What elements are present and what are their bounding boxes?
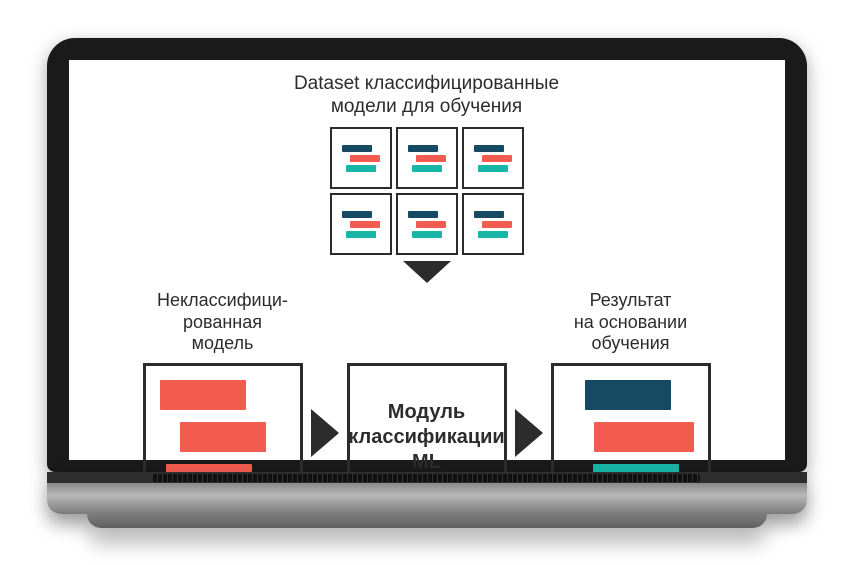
bar-icon <box>585 380 671 410</box>
bar-icon <box>180 422 266 452</box>
bar-icon <box>160 380 246 410</box>
dataset-sample <box>396 127 458 189</box>
diagram-canvas: Dataset классифицированные модели для об… <box>69 60 785 460</box>
laptop-base <box>87 514 767 528</box>
laptop-keyboard <box>47 472 807 514</box>
dataset-sample <box>396 193 458 255</box>
dataset-sample <box>330 127 392 189</box>
dataset-sample <box>462 127 524 189</box>
dataset-title-line2: модели для обучения <box>331 96 522 117</box>
module-line2: классификации <box>348 426 504 448</box>
arrow-down-icon <box>403 261 451 283</box>
bar-icon <box>594 422 694 452</box>
arrow-right-icon <box>515 409 543 457</box>
screen-bezel: Dataset классифицированные модели для об… <box>47 38 807 472</box>
result-label: Результат на основании обучения <box>574 289 687 355</box>
input-label: Неклассифици- рованная модель <box>157 289 288 355</box>
dataset-grid <box>91 127 763 255</box>
module-line1: Модуль <box>388 401 465 423</box>
dataset-sample <box>330 193 392 255</box>
laptop-mockup: Dataset классифицированные модели для об… <box>47 38 807 528</box>
module-line3: ML <box>412 451 441 473</box>
dataset-title-line1: Dataset классифицированные <box>294 73 559 94</box>
dataset-sample <box>462 193 524 255</box>
dataset-title: Dataset классифицированные модели для об… <box>91 72 763 120</box>
arrow-right-icon <box>311 409 339 457</box>
